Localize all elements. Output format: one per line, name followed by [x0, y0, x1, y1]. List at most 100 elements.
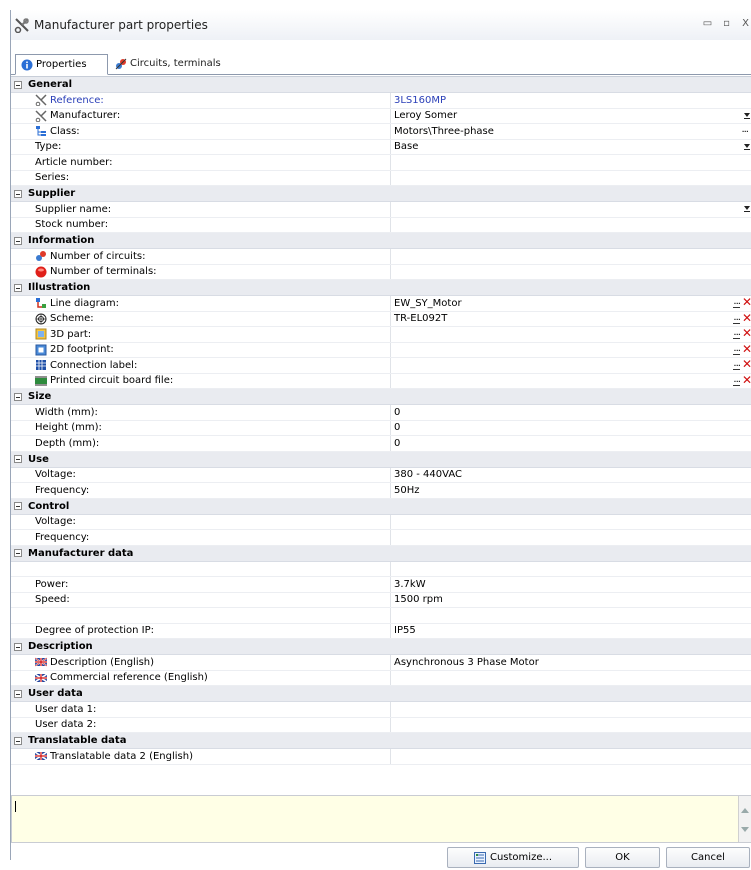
use-voltage-input[interactable]: 380 - 440VAC [391, 468, 751, 483]
section-translatable-data[interactable]: Translatable data [11, 733, 751, 749]
row-reference[interactable]: Reference: 3LS160MP [11, 93, 751, 109]
customize-button[interactable]: Customize... [447, 847, 579, 868]
row-translatable-data-2[interactable]: Translatable data 2 (English) [11, 749, 751, 765]
row-3d-part[interactable]: 3D part: ... ✕ [11, 327, 751, 343]
remove-icon[interactable]: ✕ [742, 374, 751, 386]
dropdown-icon[interactable] [744, 206, 750, 212]
row-empty[interactable] [11, 608, 751, 624]
remove-icon[interactable]: ✕ [742, 327, 751, 339]
collapse-icon[interactable] [14, 549, 22, 557]
2d-footprint-value[interactable]: ... ✕ [391, 343, 751, 358]
section-supplier[interactable]: Supplier [11, 186, 751, 202]
user-data-1-input[interactable] [391, 702, 751, 717]
row-width[interactable]: Width (mm): 0 [11, 405, 751, 421]
row-ip[interactable]: Degree of protection IP: IP55 [11, 623, 751, 639]
user-data-2-input[interactable] [391, 718, 751, 733]
browse-button[interactable]: ... [733, 374, 741, 386]
row-supplier-name[interactable]: Supplier name: [11, 202, 751, 218]
row-connection-label[interactable]: Connection label: ... ✕ [11, 358, 751, 374]
row-commercial-reference[interactable]: Commercial reference (English) [11, 670, 751, 686]
collapse-icon[interactable] [14, 236, 22, 245]
row-speed[interactable]: Speed: 1500 rpm [11, 592, 751, 608]
article-number-input[interactable] [391, 155, 751, 170]
section-control[interactable]: Control [11, 498, 751, 515]
row-number-of-circuits[interactable]: Number of circuits: [11, 249, 751, 265]
row-stock-number[interactable]: Stock number: [11, 217, 751, 233]
stock-number-input[interactable] [391, 218, 751, 233]
browse-button[interactable]: ... [733, 327, 741, 339]
ok-button[interactable]: OK [585, 847, 660, 868]
line-diagram-value[interactable]: EW_SY_Motor... ✕ [391, 296, 751, 311]
scheme-value[interactable]: TR-EL092T... ✕ [391, 312, 751, 327]
remove-icon[interactable]: ✕ [742, 296, 751, 308]
description-input[interactable]: Asynchronous 3 Phase Motor [391, 655, 751, 670]
3d-part-value[interactable]: ... ✕ [391, 327, 751, 342]
remove-icon[interactable]: ✕ [742, 312, 751, 324]
remove-icon[interactable]: ✕ [742, 358, 751, 370]
browse-button[interactable]: ... [733, 343, 741, 355]
dropdown-icon[interactable] [744, 112, 750, 119]
control-frequency-input[interactable] [391, 530, 751, 545]
remove-icon[interactable]: ✕ [742, 343, 751, 355]
browse-button[interactable]: ... [733, 312, 741, 324]
power-input[interactable]: 3.7kW [391, 577, 751, 592]
row-number-of-terminals[interactable]: Number of terminals: [11, 264, 751, 280]
scroll-down-icon[interactable] [741, 827, 749, 832]
row-class[interactable]: Class: Motors\Three-phase... [11, 124, 751, 140]
collapse-icon[interactable] [14, 455, 22, 463]
section-illustration[interactable]: Illustration [11, 280, 751, 296]
tab-properties[interactable]: Properties [15, 54, 108, 75]
type-select[interactable]: Base [391, 140, 751, 155]
section-description[interactable]: Description [11, 639, 751, 655]
row-use-voltage[interactable]: Voltage: 380 - 440VAC [11, 467, 751, 483]
row-description-english[interactable]: Description (English) Asynchronous 3 Pha… [11, 655, 751, 671]
row-user-data-2[interactable]: User data 2: [11, 717, 751, 733]
section-information[interactable]: Information [11, 233, 751, 249]
minimize-icon[interactable]: ▭ [701, 17, 714, 30]
section-general[interactable]: General [11, 77, 751, 93]
row-article-number[interactable]: Article number: [11, 155, 751, 171]
row-manufacturer[interactable]: Manufacturer: Leroy Somer [11, 108, 751, 124]
row-power[interactable]: Power: 3.7kW [11, 577, 751, 593]
empty-value[interactable] [391, 562, 751, 577]
row-control-frequency[interactable]: Frequency: [11, 530, 751, 546]
section-size[interactable]: Size [11, 389, 751, 405]
row-pcb-file[interactable]: Printed circuit board file: ... ✕ [11, 373, 751, 389]
collapse-icon[interactable] [14, 502, 22, 510]
section-user-data[interactable]: User data [11, 686, 751, 702]
row-line-diagram[interactable]: Line diagram: EW_SY_Motor... ✕ [11, 296, 751, 312]
supplier-name-select[interactable] [391, 202, 751, 217]
class-value[interactable]: Motors\Three-phase... [391, 124, 751, 139]
row-2d-footprint[interactable]: 2D footprint: ... ✕ [11, 342, 751, 358]
manufacturer-select[interactable]: Leroy Somer [391, 109, 751, 124]
scroll-up-icon[interactable] [741, 808, 749, 813]
empty-value[interactable] [391, 608, 751, 623]
tab-circuits-terminals[interactable]: Circuits, terminals [110, 54, 240, 73]
collapse-icon[interactable] [14, 736, 22, 745]
height-input[interactable]: 0 [391, 421, 751, 436]
collapse-icon[interactable] [14, 80, 22, 89]
translatable-data-2-input[interactable] [391, 749, 751, 764]
browse-button[interactable]: ... [741, 124, 748, 135]
row-type[interactable]: Type: Base [11, 139, 751, 155]
commercial-reference-input[interactable] [391, 671, 751, 686]
section-use[interactable]: Use [11, 451, 751, 468]
connection-label-value[interactable]: ... ✕ [391, 358, 751, 373]
ip-input[interactable]: IP55 [391, 624, 751, 639]
reference-value[interactable]: 3LS160MP [391, 93, 751, 108]
collapse-icon[interactable] [14, 392, 22, 401]
close-icon[interactable]: X [739, 17, 751, 30]
row-scheme[interactable]: Scheme: TR-EL092T... ✕ [11, 311, 751, 327]
section-manufacturer-data[interactable]: Manufacturer data [11, 545, 751, 562]
row-depth[interactable]: Depth (mm): 0 [11, 436, 751, 452]
cancel-button[interactable]: Cancel [666, 847, 750, 868]
collapse-icon[interactable] [14, 189, 22, 198]
use-frequency-input[interactable]: 50Hz [391, 483, 751, 498]
browse-button[interactable]: ... [733, 358, 741, 370]
row-control-voltage[interactable]: Voltage: [11, 514, 751, 530]
row-empty[interactable] [11, 561, 751, 577]
row-series[interactable]: Series: [11, 170, 751, 186]
collapse-icon[interactable] [14, 283, 22, 292]
depth-input[interactable]: 0 [391, 436, 751, 451]
series-input[interactable] [391, 171, 751, 186]
